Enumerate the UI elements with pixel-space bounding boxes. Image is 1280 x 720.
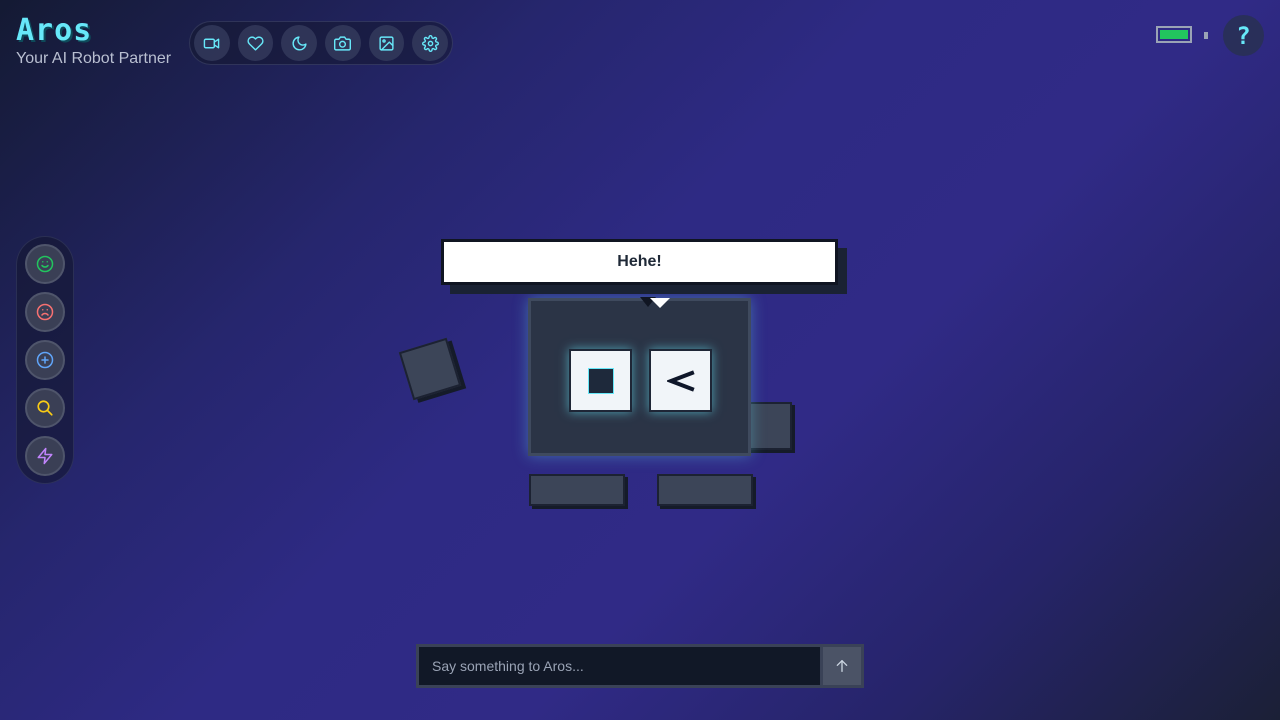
photo-button[interactable]: [325, 25, 361, 61]
brand: Aros Your AI Robot Partner: [16, 14, 171, 68]
robot-head[interactable]: [528, 298, 751, 456]
speech-text: Hehe!: [617, 253, 662, 270]
help-button[interactable]: ?: [1223, 15, 1264, 56]
energy-button[interactable]: [25, 436, 65, 476]
chat-input[interactable]: [419, 647, 820, 685]
sleep-button[interactable]: [281, 25, 318, 61]
speech-bubble: Hehe!: [441, 239, 838, 285]
happy-emote-button[interactable]: [25, 244, 65, 284]
battery-tip: [1204, 32, 1208, 39]
video-button[interactable]: [194, 25, 230, 61]
top-toolbar: [189, 21, 453, 65]
question-mark-icon: ?: [1236, 21, 1251, 50]
robot-right-eye: [649, 349, 712, 412]
app-subtitle: Your AI Robot Partner: [16, 50, 172, 67]
battery-indicator: [1156, 26, 1208, 43]
app-title: Aros: [16, 13, 93, 48]
lightning-icon: [37, 447, 53, 465]
smile-icon: [36, 255, 54, 273]
sad-emote-button[interactable]: [25, 292, 65, 332]
settings-button[interactable]: [412, 25, 449, 61]
video-camera-icon: [204, 38, 220, 48]
image-icon: [379, 35, 394, 51]
frown-icon: [36, 303, 54, 321]
gallery-button[interactable]: [368, 25, 405, 61]
camera-icon: [334, 35, 352, 51]
robot-left-arm: [398, 337, 462, 401]
robot-left-eye: [569, 349, 632, 412]
favorite-button[interactable]: [237, 25, 274, 61]
speech-bubble-tail: [650, 298, 670, 308]
gear-icon: [421, 34, 439, 52]
arrow-up-icon: [836, 660, 848, 672]
moon-icon: [292, 35, 307, 50]
robot-right-arm: [744, 402, 792, 450]
search-button[interactable]: [25, 388, 65, 428]
robot-left-foot: [529, 474, 625, 506]
chat-bar: [416, 644, 864, 688]
heart-icon: [247, 35, 264, 51]
emote-sidebar: [16, 236, 74, 484]
squint-eye-icon: [666, 369, 695, 392]
battery-fill: [1160, 30, 1188, 39]
battery-body: [1156, 26, 1192, 43]
add-button[interactable]: [25, 340, 65, 380]
square-pupil: [587, 367, 614, 394]
search-icon: [37, 400, 53, 416]
send-button[interactable]: [823, 647, 861, 685]
plus-circle-icon: [36, 351, 54, 369]
robot-right-foot: [657, 474, 753, 506]
